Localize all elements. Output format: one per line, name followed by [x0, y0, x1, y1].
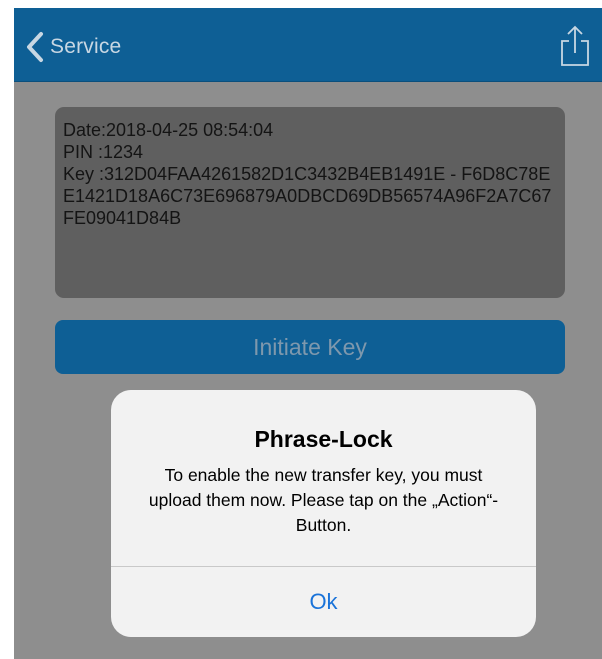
alert-message: To enable the new transfer key, you must…: [148, 465, 499, 535]
navigation-bar: Service: [14, 8, 602, 82]
ok-button[interactable]: Ok: [111, 567, 536, 637]
share-button[interactable]: [558, 24, 592, 68]
back-button[interactable]: Service: [26, 30, 121, 64]
alert-title: Phrase-Lock: [254, 426, 393, 452]
chevron-left-icon: [26, 31, 44, 63]
app-screen: Service Date:2018-04-25 08:54:04 PIN :12…: [14, 8, 602, 659]
key-text: Key :312D04FAA4261582D1C3432B4EB1491E - …: [63, 164, 552, 228]
alert-dialog: Phrase-Lock To enable the new transfer k…: [111, 390, 536, 637]
back-label: Service: [50, 35, 122, 58]
share-icon: [558, 24, 592, 68]
key-info-panel: Date:2018-04-25 08:54:04 PIN :1234 Key :…: [55, 107, 565, 298]
pin-text: PIN :1234: [63, 142, 144, 162]
date-text: Date:2018-04-25 08:54:04: [63, 120, 274, 140]
initiate-key-button[interactable]: Initiate Key: [55, 320, 565, 374]
